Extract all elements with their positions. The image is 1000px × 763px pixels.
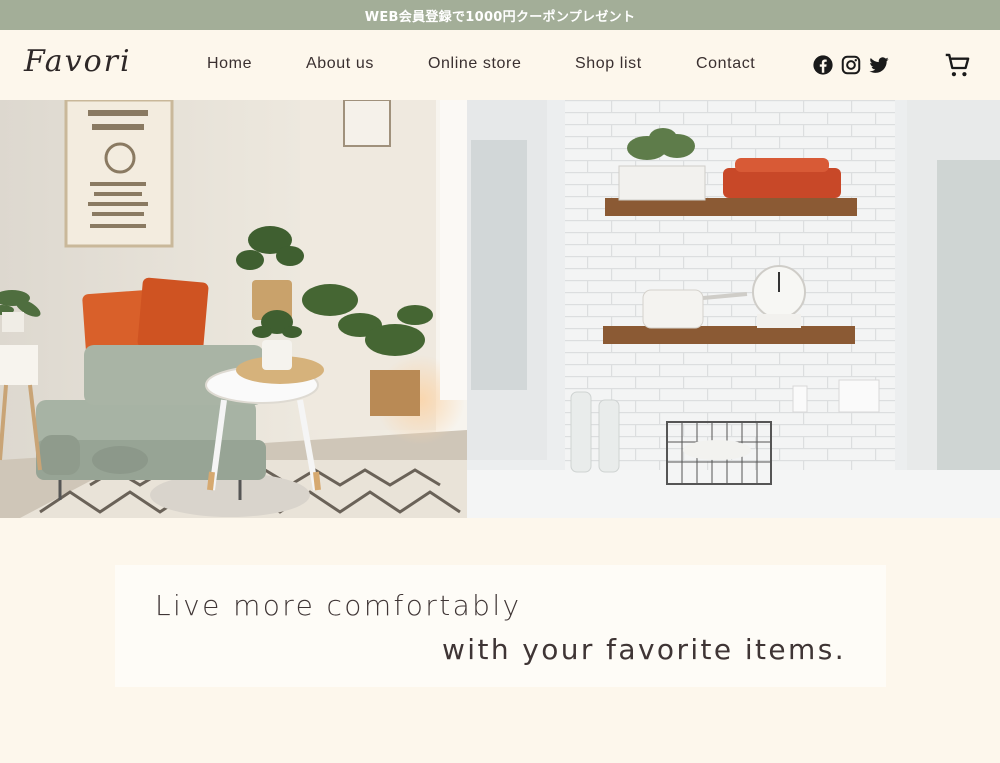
site-header: Favori Home About us Online store Shop l… xyxy=(0,30,1000,100)
tagline-box: Live more comfortably with your favorite… xyxy=(115,565,886,687)
nav-about-us[interactable]: About us xyxy=(306,55,374,73)
nav-shop-list[interactable]: Shop list xyxy=(575,55,642,73)
facebook-icon[interactable] xyxy=(812,54,834,76)
hero-photo-kitchen xyxy=(467,100,1000,518)
nav-contact[interactable]: Contact xyxy=(696,55,755,73)
tagline-line-2: with your favorite items. xyxy=(441,633,846,666)
twitter-icon[interactable] xyxy=(868,54,890,76)
hero-photo-living-room xyxy=(0,100,467,518)
tagline-line-1: Live more comfortably xyxy=(155,589,522,622)
site-logo[interactable]: Favori xyxy=(24,44,132,79)
cart-icon[interactable] xyxy=(944,52,972,80)
instagram-icon[interactable] xyxy=(840,54,862,76)
promo-text: WEB会員登録で1000円クーポンプレゼント xyxy=(364,9,636,25)
nav-home[interactable]: Home xyxy=(207,55,252,73)
promo-banner[interactable]: WEB会員登録で1000円クーポンプレゼント xyxy=(0,0,1000,30)
nav-online-store[interactable]: Online store xyxy=(428,55,521,73)
hero-section xyxy=(0,100,1000,518)
